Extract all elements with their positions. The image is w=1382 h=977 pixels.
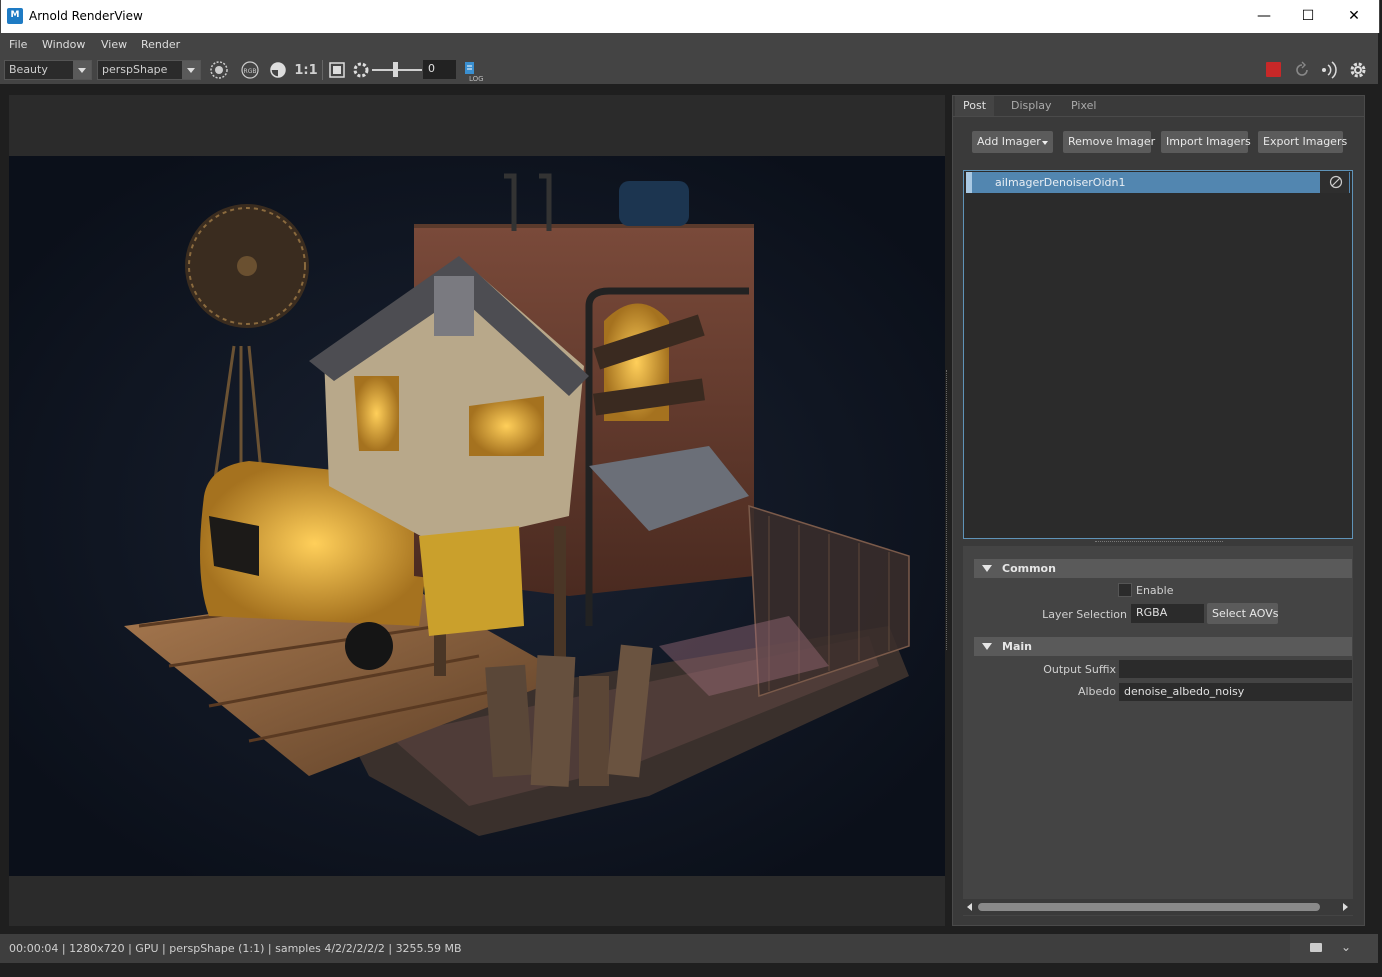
separator — [322, 60, 323, 80]
status-text: 00:00:04 | 1280x720 | GPU | perspShape (… — [9, 942, 462, 955]
layer-selection-input[interactable]: RGBA — [1131, 604, 1204, 623]
tab-bar: Post Display Pixel — [953, 96, 1364, 117]
collapse-triangle-icon — [982, 643, 992, 650]
albedo-input[interactable]: denoise_albedo_noisy — [1119, 683, 1352, 701]
add-imager-label: Add Imager — [977, 135, 1041, 148]
crosshair-icon[interactable] — [208, 60, 230, 82]
collapse-triangle-icon — [982, 565, 992, 572]
toolbar: Beauty perspShape RGB 1:1 0 LOG — [0, 57, 1378, 84]
section-common[interactable]: Common — [974, 559, 1352, 578]
ratio-button[interactable]: 1:1 — [294, 60, 318, 82]
refresh-icon[interactable] — [1291, 60, 1313, 82]
albedo-label: Albedo — [1077, 685, 1116, 698]
tab-display[interactable]: Display — [1003, 96, 1060, 116]
gear-icon[interactable] — [1347, 60, 1369, 82]
log-icon[interactable]: LOG — [463, 60, 485, 83]
chevron-down-icon[interactable]: ⌄ — [1341, 940, 1351, 954]
import-imagers-button[interactable]: Import Imagers — [1161, 131, 1251, 153]
menu-view[interactable]: View — [101, 38, 127, 51]
chevron-down-icon — [73, 61, 91, 79]
output-suffix-input[interactable] — [1119, 660, 1352, 678]
maya-app-icon: M — [7, 8, 23, 24]
frame-icon[interactable] — [326, 60, 348, 82]
camera-dropdown[interactable]: perspShape — [97, 60, 201, 80]
scroll-left-icon[interactable] — [967, 903, 972, 911]
snapshot-icon[interactable] — [1310, 943, 1322, 952]
menu-file[interactable]: File — [9, 38, 27, 51]
camera-dropdown-value: perspShape — [102, 63, 168, 76]
status-bar-tools: ⌄ — [1290, 934, 1378, 963]
enable-label: Enable — [1136, 584, 1174, 597]
layer-selection-label: Layer Selection — [1042, 608, 1127, 621]
disable-imager-button[interactable] — [1320, 172, 1349, 193]
exposure-slider-handle[interactable] — [393, 62, 398, 77]
aov-dropdown[interactable]: Beauty — [4, 60, 92, 80]
viewer-splitter[interactable] — [946, 370, 950, 650]
menu-bar: File Window View Render — [0, 33, 1378, 57]
scrollbar-thumb[interactable] — [978, 903, 1320, 911]
tab-pixel[interactable]: Pixel — [1063, 96, 1104, 116]
aov-dropdown-value: Beauty — [9, 63, 48, 76]
horizontal-scrollbar[interactable] — [963, 899, 1353, 915]
status-bar: 00:00:04 | 1280x720 | GPU | perspShape (… — [0, 934, 1290, 963]
broadcast-icon[interactable] — [1318, 60, 1340, 82]
tab-post[interactable]: Post — [955, 96, 995, 116]
output-suffix-label: Output Suffix — [1043, 663, 1116, 676]
rendered-scene-image — [9, 156, 945, 876]
section-main[interactable]: Main — [974, 637, 1352, 656]
stop-render-button[interactable] — [1266, 62, 1281, 77]
svg-text:RGB: RGB — [244, 68, 257, 75]
contrast-icon[interactable] — [267, 60, 289, 82]
maximize-button[interactable]: ☐ — [1285, 0, 1331, 33]
export-imagers-button[interactable]: Export Imagers — [1258, 131, 1347, 153]
scroll-right-icon[interactable] — [1343, 903, 1348, 911]
chevron-down-icon — [1042, 141, 1048, 145]
close-button[interactable]: ✕ — [1331, 0, 1377, 33]
imager-list-item[interactable]: aiImagerDenoiserOidn1 — [966, 172, 1350, 193]
aperture-icon[interactable] — [350, 60, 372, 82]
disabled-circle-icon — [1329, 175, 1343, 189]
minimize-button[interactable]: — — [1241, 0, 1287, 33]
section-common-title: Common — [1002, 562, 1056, 575]
chevron-down-icon — [182, 61, 200, 79]
log-label: LOG — [469, 75, 484, 83]
menu-window[interactable]: Window — [42, 38, 85, 51]
imager-name: aiImagerDenoiserOidn1 — [995, 176, 1126, 189]
rgb-channels-icon[interactable]: RGB — [239, 60, 261, 82]
imager-enabled-marker — [966, 172, 972, 193]
panel-splitter[interactable] — [1095, 541, 1223, 545]
menu-render[interactable]: Render — [141, 38, 180, 51]
imager-list[interactable] — [963, 170, 1353, 539]
section-main-title: Main — [1002, 640, 1032, 653]
exposure-value-input[interactable]: 0 — [423, 60, 456, 79]
title-bar: M Arnold RenderView — ☐ ✕ — [0, 0, 1380, 33]
render-image[interactable] — [9, 156, 945, 876]
add-imager-button[interactable]: Add Imager — [972, 131, 1053, 153]
remove-imager-button[interactable]: Remove Imager — [1063, 131, 1155, 153]
imager-properties — [963, 546, 1353, 916]
select-aovs-button[interactable]: Select AOVs — [1207, 603, 1278, 624]
window-title: Arnold RenderView — [29, 9, 143, 23]
enable-checkbox[interactable] — [1118, 583, 1132, 597]
